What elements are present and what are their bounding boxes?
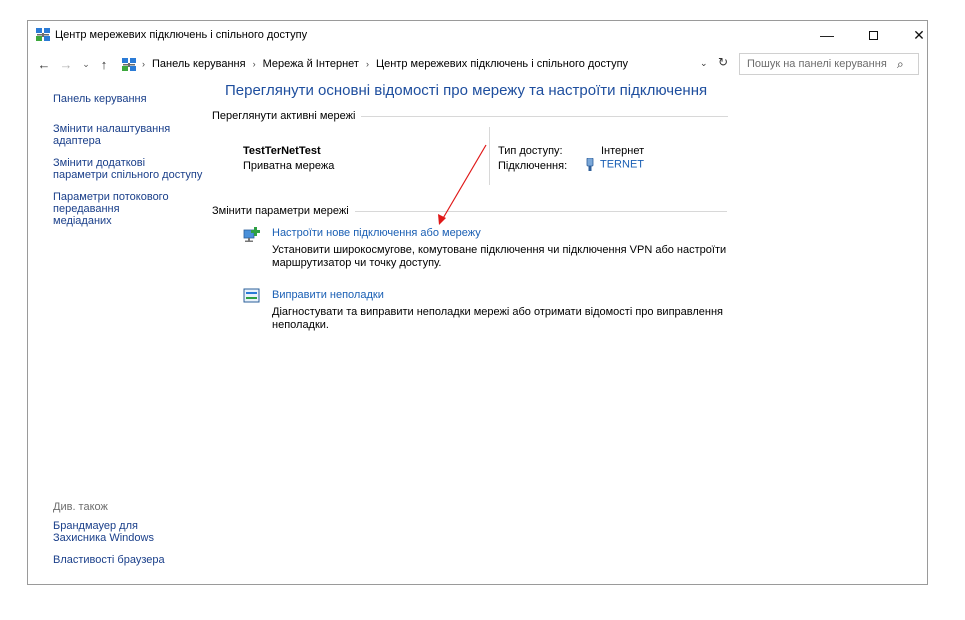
setup-new-connection-description: Установити широкосмугове, комутоване під… (272, 244, 727, 269)
network-center-icon (122, 57, 136, 71)
search-icon[interactable]: ⌕ (897, 57, 913, 72)
sidebar-item-adapter-settings[interactable]: Змінити налаштування адаптера (53, 123, 183, 147)
connection-link[interactable]: TERNET (600, 158, 644, 170)
maximize-button[interactable] (851, 21, 895, 49)
active-networks-label: Переглянути активні мережі (212, 110, 356, 122)
recent-locations-button[interactable]: ⌄ (80, 55, 92, 73)
section-divider (361, 115, 729, 117)
address-bar[interactable]: › Панель керування › Мережа й Інтернет ›… (118, 53, 735, 75)
address-dropdown-button[interactable]: ⌄ (700, 58, 708, 69)
setup-new-connection-link[interactable]: Настроїти нове підключення або мережу (272, 227, 481, 239)
breadcrumb-network-center[interactable]: Центр мережевих підключень і спільного д… (376, 58, 628, 70)
breadcrumb-network-internet[interactable]: Мережа й Інтернет (263, 58, 359, 70)
maximize-icon (868, 30, 878, 40)
troubleshoot-icon (243, 288, 260, 303)
breadcrumb-control-panel[interactable]: Панель керування (152, 58, 246, 70)
network-center-icon (36, 28, 50, 41)
breadcrumb-separator[interactable]: › (253, 59, 256, 69)
up-button[interactable]: ↑ (96, 55, 112, 73)
breadcrumb-separator[interactable]: › (366, 59, 369, 69)
control-panel-window: Центр мережевих підключень і спільного д… (27, 20, 928, 585)
back-button[interactable]: ← (36, 55, 52, 73)
access-type-label: Тип доступу: (498, 145, 563, 157)
active-networks-header: Переглянути активні мережі (212, 110, 729, 122)
close-button[interactable]: ✕ (897, 21, 941, 49)
vertical-divider (489, 127, 490, 185)
search-box[interactable]: Пошук на панелі керування ⌕ (739, 53, 919, 75)
troubleshoot-link[interactable]: Виправити неполадки (272, 289, 384, 301)
page-title: Переглянути основні відомості про мережу… (225, 82, 708, 99)
minimize-button[interactable]: — (805, 21, 849, 49)
change-settings-label: Змінити параметри мережі (212, 205, 349, 217)
connection-entry[interactable]: TERNET (585, 157, 644, 171)
sidebar-item-control-panel[interactable]: Панель керування (53, 93, 223, 105)
network-type: Приватна мережа (243, 160, 335, 172)
change-settings-header: Змінити параметри мережі (212, 205, 727, 217)
connections-label: Підключення: (498, 160, 568, 172)
title-bar[interactable]: Центр мережевих підключень і спільного д… (28, 21, 927, 49)
see-also-label: Див. також (53, 501, 108, 513)
refresh-button[interactable]: ↻ (718, 55, 728, 69)
search-input[interactable]: Пошук на панелі керування (747, 58, 897, 70)
sidebar-item-media-streaming[interactable]: Параметри потокового передавання медіада… (53, 191, 178, 227)
access-type-value: Інтернет (601, 145, 645, 157)
navigation-row: ← → ⌄ ↑ › Панель керування › Мережа й Ін… (28, 52, 927, 76)
window-title: Центр мережевих підключень і спільного д… (55, 29, 308, 41)
annotation-arrow (438, 144, 487, 225)
section-divider (354, 210, 727, 212)
ethernet-icon (586, 157, 594, 171)
see-also-browser-properties[interactable]: Властивості браузера (53, 554, 213, 566)
new-connection-icon (243, 227, 260, 242)
troubleshoot-description: Діагностувати та виправити неполадки мер… (272, 306, 723, 331)
network-name: TestTerNetTest (243, 145, 321, 157)
see-also-firewall[interactable]: Брандмауер для Захисника Windows (53, 520, 193, 544)
forward-button[interactable]: → (58, 55, 74, 73)
sidebar-item-sharing-settings[interactable]: Змінити додаткові параметри спільного до… (53, 157, 203, 181)
breadcrumb-separator[interactable]: › (142, 59, 145, 69)
